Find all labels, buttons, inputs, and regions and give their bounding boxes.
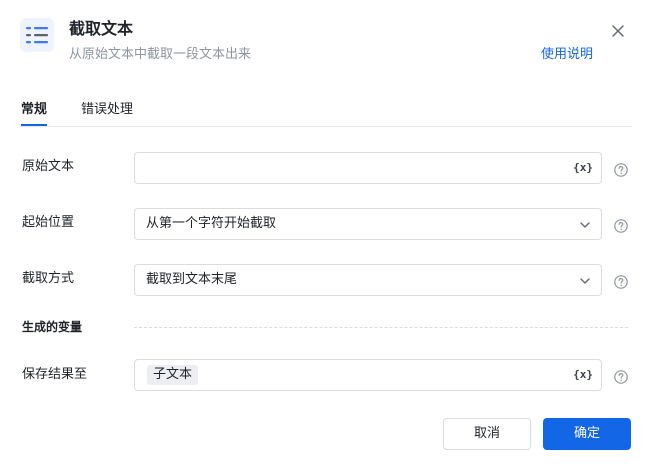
start-position-label: 起始位置 (22, 215, 75, 230)
section-divider (134, 327, 628, 328)
variable-insert-icon[interactable]: {x} (573, 161, 593, 175)
variable-chip[interactable]: 子文本 (147, 365, 199, 385)
source-text-input[interactable]: {x} (134, 152, 602, 184)
generated-variables-heading: 生成的变量 (22, 320, 83, 334)
cut-mode-value: 截取到文本末尾 (146, 272, 238, 287)
start-position-value: 从第一个字符开始截取 (146, 216, 277, 231)
dialog-title: 截取文本 (69, 19, 134, 38)
confirm-button[interactable]: 确定 (543, 418, 631, 450)
tab-general[interactable]: 常规 (21, 100, 48, 126)
help-question-icon[interactable] (614, 162, 628, 177)
help-link[interactable]: 使用说明 (541, 46, 593, 64)
chevron-down-icon (580, 278, 590, 284)
source-text-label: 原始文本 (22, 159, 75, 174)
help-question-icon[interactable] (614, 218, 628, 233)
cut-mode-label: 截取方式 (22, 271, 75, 286)
cut-mode-select[interactable]: 截取到文本末尾 (134, 264, 602, 296)
extract-text-dialog: 截取文本 从原始文本中截取一段文本出来 使用说明 常规 错误处理 原始文本 {x… (0, 0, 653, 470)
chevron-down-icon (580, 222, 590, 228)
close-button[interactable] (607, 20, 629, 42)
save-result-input[interactable]: 子文本 {x} (134, 359, 602, 391)
help-question-icon[interactable] (614, 274, 628, 289)
close-icon (612, 25, 624, 37)
tab-divider (20, 126, 632, 127)
save-result-label: 保存结果至 (22, 367, 88, 382)
cancel-button[interactable]: 取消 (443, 418, 531, 450)
help-question-icon[interactable] (614, 369, 628, 384)
tab-error-handling[interactable]: 错误处理 (81, 100, 133, 120)
text-list-icon (20, 18, 54, 52)
start-position-select[interactable]: 从第一个字符开始截取 (134, 208, 602, 240)
dialog-subtitle: 从原始文本中截取一段文本出来 (69, 47, 252, 62)
variable-insert-icon[interactable]: {x} (573, 368, 593, 382)
